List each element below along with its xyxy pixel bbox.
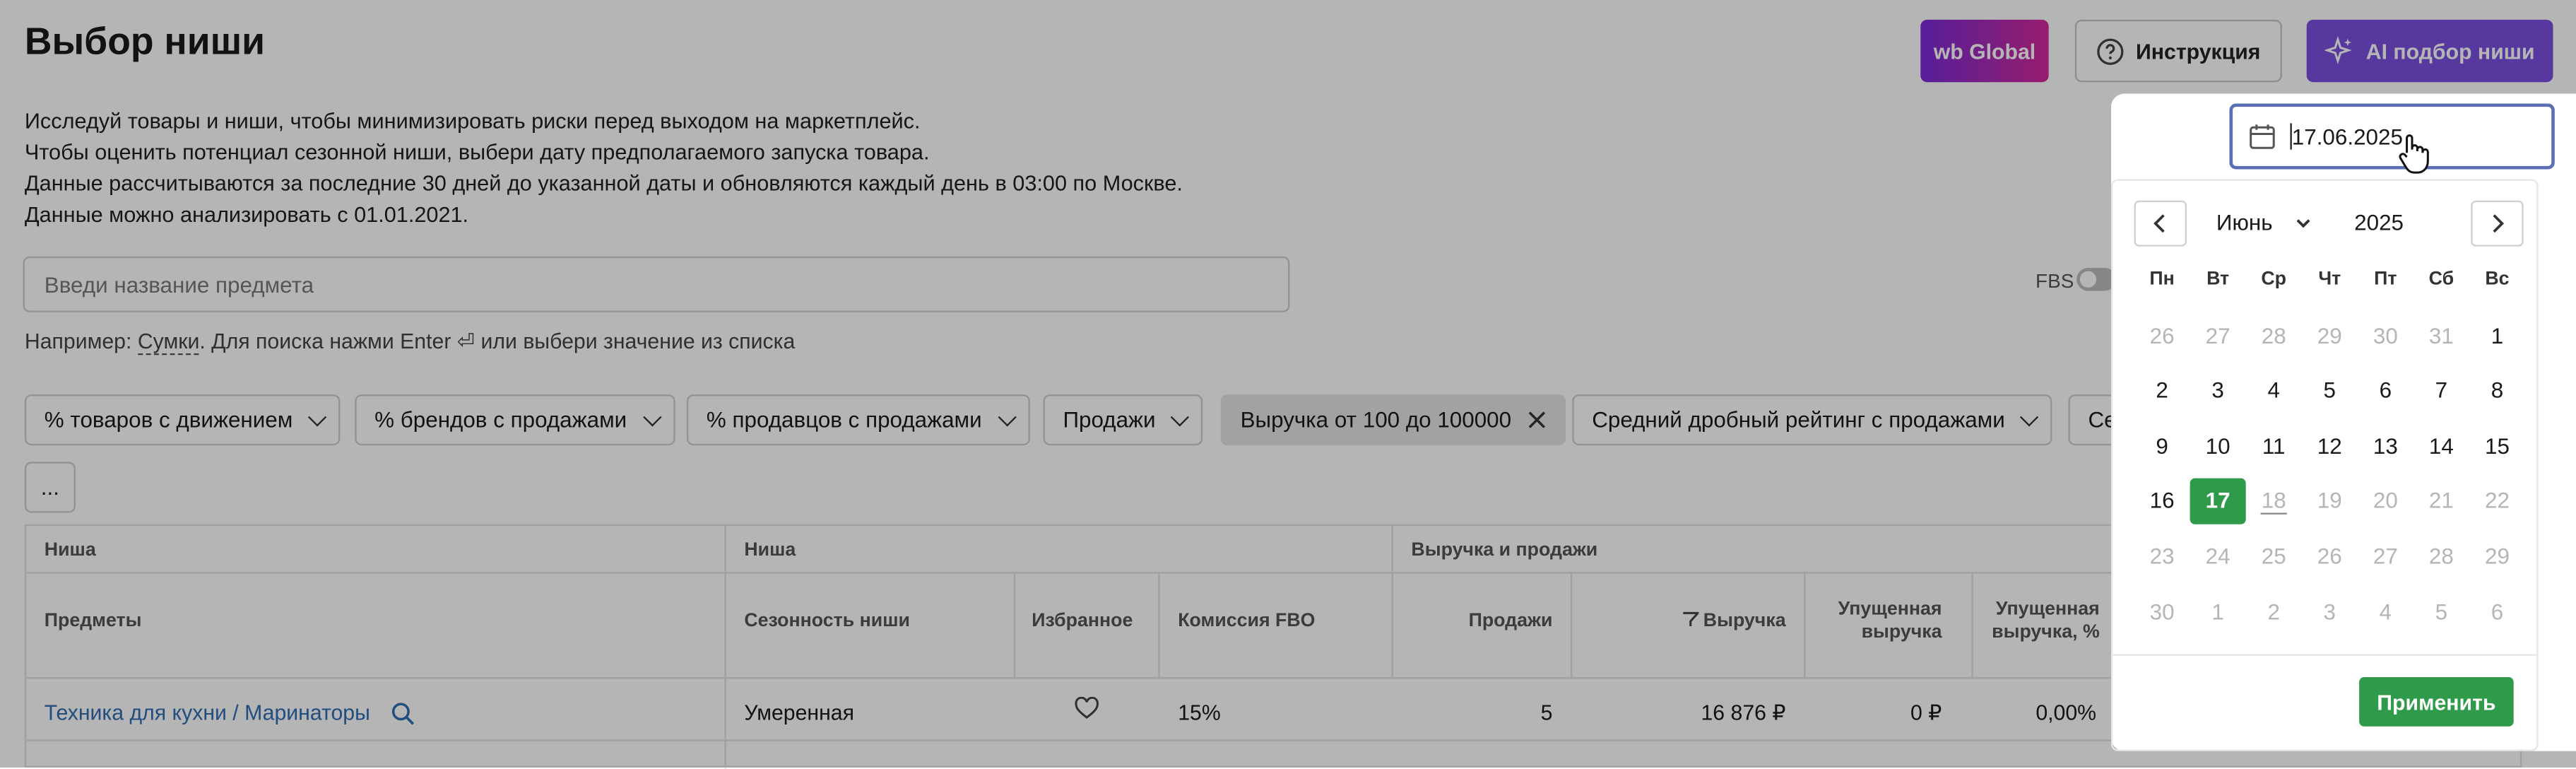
- calendar-day[interactable]: 4: [2246, 368, 2302, 413]
- weekday-label: Ср: [2261, 269, 2287, 290]
- calendar-day[interactable]: 2: [2134, 368, 2190, 413]
- calendar-day[interactable]: 7: [2413, 368, 2469, 413]
- apply-button[interactable]: Применить: [2359, 677, 2514, 727]
- hand-cursor-icon: [2399, 134, 2429, 174]
- calendar-day[interactable]: 9: [2134, 423, 2190, 469]
- calendar-day: 28: [2428, 544, 2454, 569]
- calendar-day: 5: [2435, 599, 2448, 624]
- calendar-day[interactable]: 26: [2134, 312, 2190, 358]
- calendar-day[interactable]: 28: [2246, 312, 2302, 358]
- calendar-day[interactable]: 3: [2190, 368, 2246, 413]
- calendar-day: 30: [2149, 599, 2175, 624]
- calendar-day: 2: [2267, 599, 2280, 624]
- weekday-label: Чт: [2318, 269, 2341, 290]
- calendar-day: 25: [2261, 544, 2286, 569]
- weekday-label: Вт: [2206, 269, 2230, 290]
- prev-month-button[interactable]: [2134, 200, 2187, 247]
- weekday-label: Пт: [2374, 269, 2397, 290]
- calendar-day[interactable]: 31: [2413, 312, 2469, 358]
- calendar-day: 3: [2323, 599, 2336, 624]
- calendar-day[interactable]: 12: [2302, 423, 2358, 469]
- calendar-day[interactable]: 30: [2358, 312, 2413, 358]
- calendar-day: 1: [2211, 599, 2224, 624]
- calendar-day[interactable]: 27: [2190, 312, 2246, 358]
- calendar-day: 19: [2317, 488, 2342, 514]
- calendar-day[interactable]: 11: [2246, 423, 2302, 469]
- calendar-day[interactable]: 15: [2469, 423, 2525, 469]
- calendar-day: 29: [2484, 544, 2510, 569]
- calendar-day: 20: [2373, 488, 2398, 514]
- calendar-day: 26: [2317, 544, 2342, 569]
- calendar-day[interactable]: 16: [2134, 478, 2190, 524]
- calendar-day: 22: [2484, 488, 2510, 514]
- calendar-day: 23: [2149, 544, 2175, 569]
- calendar-day[interactable]: 1: [2469, 312, 2525, 358]
- calendar-day[interactable]: 6: [2358, 368, 2413, 413]
- calendar-day[interactable]: 5: [2302, 368, 2358, 413]
- calendar-icon: [2250, 124, 2275, 149]
- chevron-down-icon: [2296, 219, 2310, 228]
- date-input[interactable]: 17.06.2025: [2229, 103, 2555, 174]
- weekday-label: Вс: [2485, 269, 2510, 290]
- calendar-day[interactable]: 29: [2302, 312, 2358, 358]
- next-month-button[interactable]: [2471, 200, 2524, 247]
- calendar-day: 18: [2246, 478, 2302, 524]
- chevron-right-icon: [2493, 214, 2505, 233]
- calendar-day: 21: [2428, 488, 2454, 514]
- calendar-day[interactable]: 10: [2190, 423, 2246, 469]
- calendar-day-selected[interactable]: 17: [2190, 478, 2246, 524]
- calendar-day: 24: [2205, 544, 2231, 569]
- calendar-day[interactable]: 14: [2413, 423, 2469, 469]
- calendar-day: 4: [2379, 599, 2392, 624]
- calendar-day[interactable]: 13: [2358, 423, 2413, 469]
- calendar-day[interactable]: 8: [2469, 368, 2525, 413]
- chevron-left-icon: [2153, 214, 2165, 233]
- calendar: Июнь 2025 Пн Вт Ср Чт Пт Сб Вс 26 27 28 29 30 31 1 2 3…: [2111, 179, 2539, 751]
- weekday-label: Сб: [2428, 269, 2454, 290]
- calendar-day: 27: [2373, 544, 2398, 569]
- calendar-day: 6: [2491, 599, 2504, 624]
- month-select[interactable]: Июнь: [2216, 211, 2312, 235]
- datepicker-popup: 17.06.2025 Июнь 2025 Пн Вт Ср Чт Пт Сб Вс 26 27…: [2111, 93, 2576, 751]
- year-select[interactable]: 2025: [2354, 211, 2404, 235]
- date-input-value: 17.06.2025: [2291, 124, 2403, 150]
- weekday-label: Пн: [2149, 269, 2175, 290]
